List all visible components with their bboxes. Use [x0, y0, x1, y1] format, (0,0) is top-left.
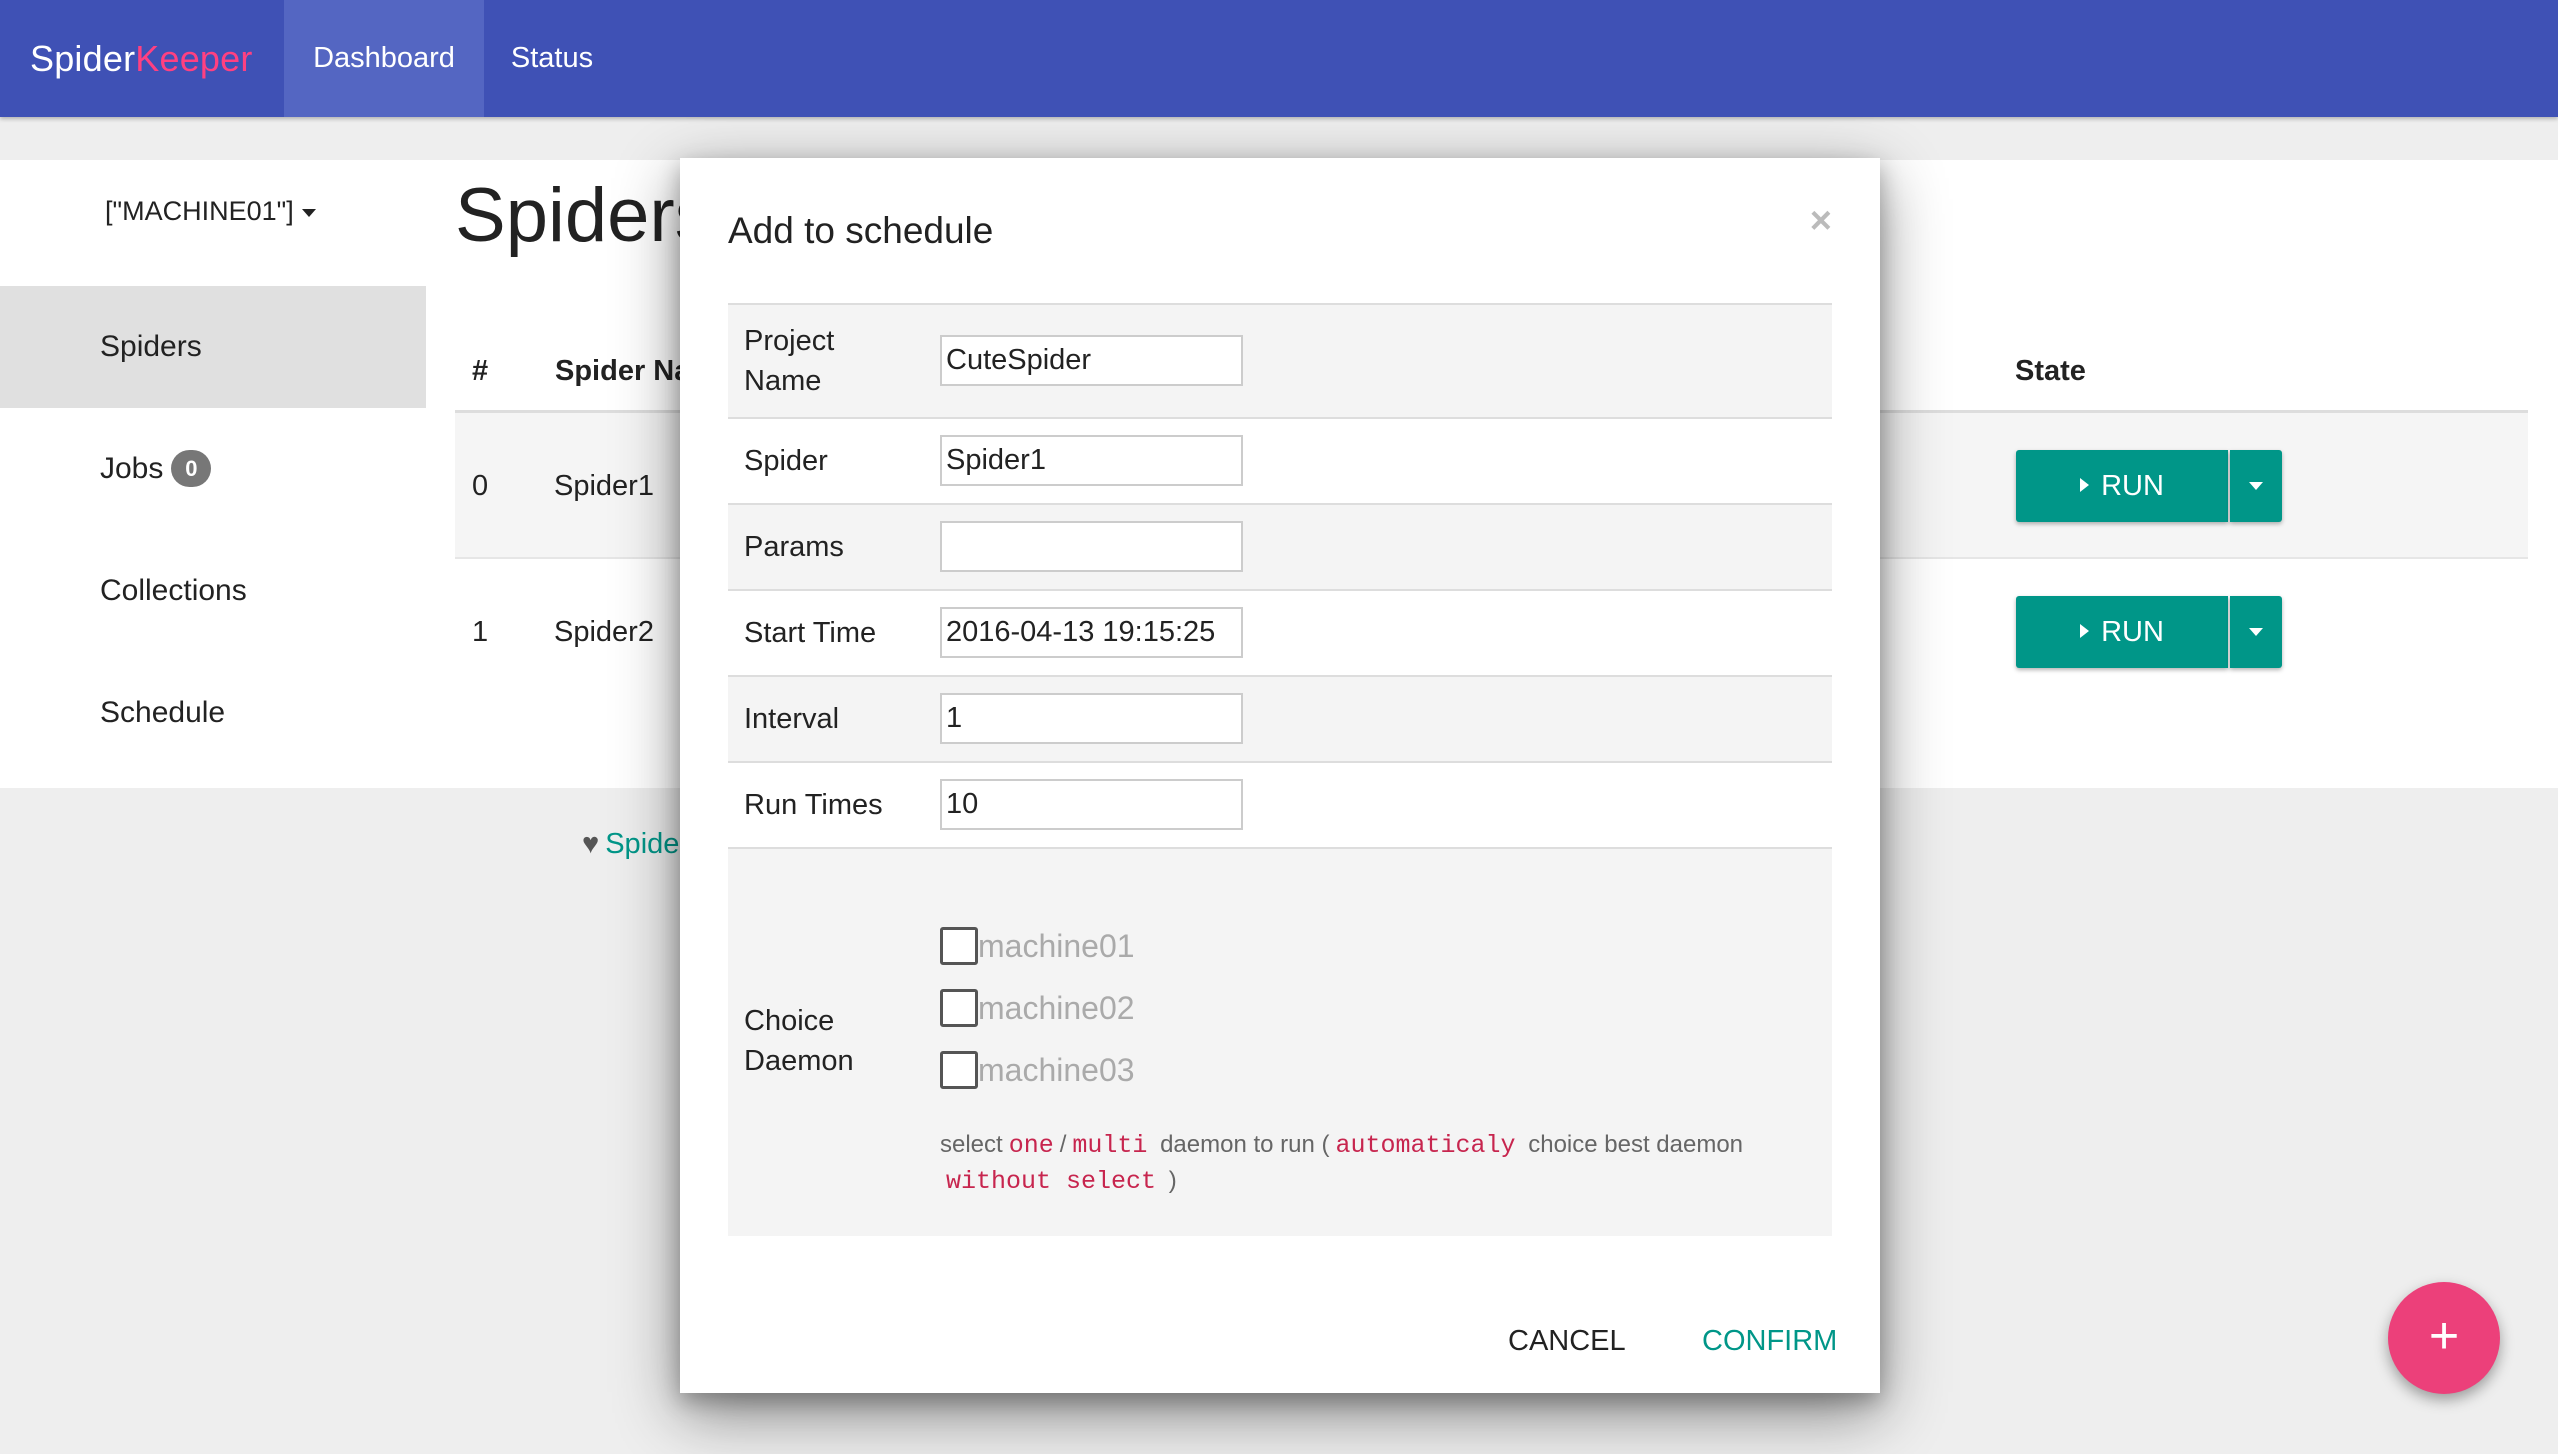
daemon-option-label: machine02: [978, 990, 1135, 1026]
nav-status[interactable]: Status: [484, 0, 620, 117]
form-row-project-name: Project Name: [728, 303, 1832, 417]
brand-logo[interactable]: SpiderKeeper: [30, 0, 253, 117]
top-navbar: SpiderKeeper Dashboard Status: [0, 0, 2558, 117]
help-code-part: one: [1008, 1131, 1054, 1160]
spider-label: Spider: [744, 445, 828, 477]
form-row-spider: Spider: [728, 417, 1832, 503]
brand-text-spider: Spider: [30, 38, 136, 79]
help-text-part: select: [940, 1131, 1003, 1158]
modal-title: Add to schedule: [728, 210, 994, 251]
choice-daemon-label: Choice Daemon: [744, 1001, 854, 1081]
help-text-part: ): [1168, 1167, 1177, 1194]
params-input[interactable]: [940, 521, 1243, 572]
checkbox[interactable]: [940, 926, 978, 965]
project-name-label: Project Name: [744, 321, 834, 401]
params-label: Params: [744, 531, 844, 563]
project-name-label-line2: Name: [744, 365, 822, 397]
choice-daemon-label-line1: Choice: [744, 1005, 835, 1037]
project-name-input[interactable]: [940, 335, 1243, 386]
run-times-input[interactable]: [940, 779, 1243, 830]
checkbox[interactable]: [940, 988, 978, 1027]
daemon-help-text: select one / multi daemon to run (automatic…: [940, 1127, 1800, 1199]
form-row-start-time: Start Time: [728, 589, 1832, 675]
help-code-part: multi: [1072, 1131, 1148, 1160]
form-row-run-times: Run Times: [728, 761, 1832, 847]
start-time-label: Start Time: [744, 617, 877, 649]
interval-label: Interval: [744, 703, 840, 735]
daemon-option-machine02[interactable]: machine02: [940, 987, 1135, 1029]
form-row-params: Params: [728, 503, 1832, 589]
form-row-interval: Interval: [728, 675, 1832, 761]
choice-daemon-label-line2: Daemon: [744, 1045, 854, 1077]
daemon-option-label: machine01: [978, 928, 1135, 964]
help-code-part: without select: [946, 1167, 1157, 1196]
checkbox[interactable]: [940, 1050, 978, 1089]
run-times-label: Run Times: [744, 789, 883, 821]
plus-icon: +: [2428, 1307, 2460, 1365]
daemon-option-label: machine03: [978, 1052, 1135, 1088]
daemon-option-machine03[interactable]: machine03: [940, 1049, 1135, 1091]
close-icon[interactable]: ×: [1810, 202, 1832, 240]
confirm-button[interactable]: CONFIRM: [1702, 1321, 1837, 1361]
cancel-button[interactable]: CANCEL: [1508, 1321, 1626, 1361]
brand-text-keeper: Keeper: [135, 38, 253, 79]
nav-dashboard[interactable]: Dashboard: [284, 0, 484, 117]
spider-input[interactable]: [940, 435, 1243, 486]
form-row-choice-daemon: Choice Daemon machine01 machine02 machin…: [728, 847, 1832, 1236]
help-text-part: choice best daemon: [1528, 1131, 1744, 1158]
daemon-option-machine01[interactable]: machine01: [940, 925, 1135, 967]
project-name-label-line1: Project: [744, 325, 835, 357]
add-fab-button[interactable]: +: [2388, 1282, 2500, 1394]
start-time-input[interactable]: [940, 607, 1243, 658]
help-text-part: daemon to run (: [1160, 1131, 1330, 1158]
interval-input[interactable]: [940, 693, 1243, 744]
help-code-part: automaticaly: [1335, 1131, 1516, 1160]
add-schedule-modal: Add to schedule × Project Name Spider Pa…: [680, 158, 1880, 1393]
